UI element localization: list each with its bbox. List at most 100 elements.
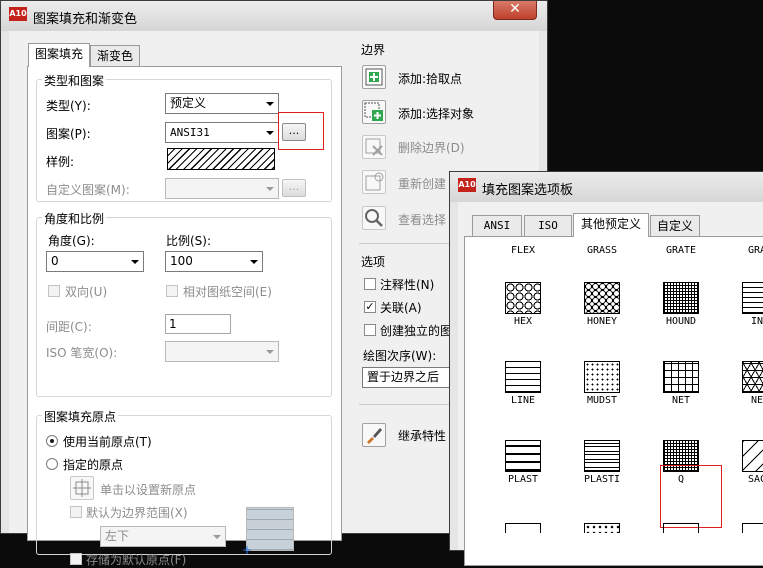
pattern-select[interactable]: ANSI31 — [165, 122, 279, 143]
insul-pattern-swatch — [742, 282, 763, 314]
iso-pen-select[interactable] — [165, 341, 279, 362]
pattern-name: LINE — [510, 395, 536, 406]
specified-origin-label: 指定的原点 — [63, 458, 124, 472]
scale-value: 100 — [170, 254, 193, 268]
pattern-swatch-partial — [742, 523, 763, 533]
palette-client: ANSI ISO 其他预定义 自定义 FLEX GRASS GRATE GRAV… — [458, 202, 763, 566]
store-default-label: 存储为默认原点(F) — [86, 553, 187, 567]
pattern-name: PLAST — [507, 474, 539, 485]
draw-order-label: 绘图次序(W): — [363, 349, 437, 363]
tab-custom[interactable]: 自定义 — [650, 215, 700, 237]
angle-select[interactable]: 0 — [46, 251, 144, 272]
use-current-origin-radio[interactable] — [46, 435, 58, 447]
pattern-item[interactable]: GRATE — [645, 243, 717, 256]
tab-ansi[interactable]: ANSI — [472, 215, 522, 237]
remove-boundary-icon — [365, 138, 383, 156]
pattern-sample-swatch[interactable] — [167, 148, 275, 170]
pattern-item-line[interactable]: LINE — [487, 361, 559, 406]
pattern-name: HONEY — [586, 316, 618, 327]
add-select-label: 添加:选择对象 — [398, 107, 475, 121]
chevron-down-icon — [266, 102, 274, 106]
pattern-item[interactable]: GRASS — [566, 243, 638, 256]
line-pattern-swatch — [505, 361, 541, 393]
hex-pattern-swatch — [505, 282, 541, 314]
inherit-properties-button[interactable] — [362, 423, 386, 447]
close-button[interactable]: ✕ — [493, 1, 537, 20]
pattern-name: GRASS — [586, 245, 618, 256]
pattern-item[interactable]: FLEX — [487, 243, 559, 256]
pattern-name: GRAV — [747, 245, 763, 256]
add-select-button[interactable] — [362, 100, 386, 124]
checkmark-icon: ✓ — [365, 300, 375, 313]
inherit-properties-label: 继承特性 — [398, 429, 447, 443]
iso-pen-label: ISO 笔宽(O): — [46, 346, 118, 360]
spacing-label: 间距(C): — [46, 320, 92, 334]
scale-select[interactable]: 100 — [165, 251, 263, 272]
add-select-icon — [364, 102, 383, 121]
pattern-swatch-partial — [663, 523, 699, 533]
annotative-checkbox[interactable] — [364, 278, 376, 290]
options-title: 选项 — [361, 255, 386, 269]
tab-iso[interactable]: ISO — [524, 215, 572, 237]
double-checkbox[interactable] — [48, 285, 60, 297]
type-value: 预定义 — [170, 96, 207, 110]
pattern-grid-panel: FLEX GRASS GRATE GRAV HEX HONEY HOUND IN… — [464, 236, 763, 566]
pattern-item-hex[interactable]: HEX — [487, 282, 559, 327]
independent-checkbox[interactable] — [364, 324, 376, 336]
type-label: 类型(Y): — [46, 99, 91, 113]
pattern-item-mudst[interactable]: MUDST — [566, 361, 638, 406]
relative-paper-checkbox[interactable] — [166, 285, 178, 297]
origin-preview-icon: + — [242, 507, 294, 557]
autocad-app-icon: A10 — [9, 7, 27, 21]
pattern-item-hound[interactable]: HOUND — [645, 282, 717, 327]
recreate-boundary-button[interactable] — [362, 170, 386, 194]
pattern-item-net[interactable]: NET — [645, 361, 717, 406]
pattern-item-insul[interactable]: INS — [724, 282, 763, 327]
radio-dot — [50, 439, 54, 443]
pattern-item-sacncr[interactable]: SACK — [724, 440, 763, 485]
pattern-item-net3[interactable]: NET — [724, 361, 763, 406]
specified-origin-radio[interactable] — [46, 458, 58, 470]
pick-origin-icon — [73, 479, 91, 497]
tab-other-predefined[interactable]: 其他预定义 — [573, 213, 649, 237]
sacncr-pattern-swatch — [742, 440, 763, 472]
add-pick-button[interactable] — [362, 65, 386, 89]
pattern-name: NET — [750, 395, 763, 406]
custom-pattern-select[interactable] — [165, 178, 279, 199]
hound-pattern-swatch — [663, 282, 699, 314]
tab-hatch[interactable]: 图案填充 — [28, 43, 90, 67]
set-origin-button[interactable] — [70, 476, 94, 500]
chevron-down-icon — [266, 131, 274, 135]
extent-select[interactable]: 左下 — [100, 526, 226, 547]
default-extent-checkbox[interactable] — [70, 506, 82, 518]
independent-label: 创建独立的图 — [380, 324, 453, 338]
dialog-titlebar[interactable]: A10 图案填充和渐变色 ✕ — [1, 1, 547, 31]
spacing-input[interactable]: 1 — [165, 314, 231, 334]
associative-label: 关联(A) — [380, 301, 422, 315]
highlight-box — [278, 112, 324, 150]
extent-value: 左下 — [105, 529, 130, 543]
pattern-item[interactable]: GRAV — [724, 243, 763, 256]
associative-checkbox[interactable]: ✓ — [364, 301, 376, 313]
store-default-checkbox[interactable] — [70, 553, 82, 565]
dialog-title: 图案填充和渐变色 — [33, 12, 138, 27]
sample-label: 样例: — [46, 155, 75, 169]
custom-browse-button[interactable]: ... — [282, 179, 306, 197]
remove-boundary-button[interactable] — [362, 135, 386, 159]
tab-gradient[interactable]: 渐变色 — [90, 45, 140, 67]
recreate-boundary-label: 重新创建 — [398, 177, 447, 191]
chevron-down-icon — [131, 260, 139, 264]
net3-pattern-swatch — [742, 361, 763, 393]
palette-titlebar[interactable]: A10 填充图案选项板 — [450, 172, 763, 202]
close-icon: ✕ — [509, 1, 521, 17]
pattern-item-honey[interactable]: HONEY — [566, 282, 638, 327]
pattern-label: 图案(P): — [46, 127, 91, 141]
type-select[interactable]: 预定义 — [165, 93, 279, 114]
pattern-name: NET — [671, 395, 691, 406]
magnifier-icon — [365, 209, 383, 227]
origin-marker: + — [242, 543, 253, 557]
pattern-item-plasti[interactable]: PLASTI — [566, 440, 638, 485]
pattern-item-plast[interactable]: PLAST — [487, 440, 559, 485]
custom-pattern-label: 自定义图案(M): — [46, 183, 130, 197]
view-selection-button[interactable] — [362, 206, 386, 230]
